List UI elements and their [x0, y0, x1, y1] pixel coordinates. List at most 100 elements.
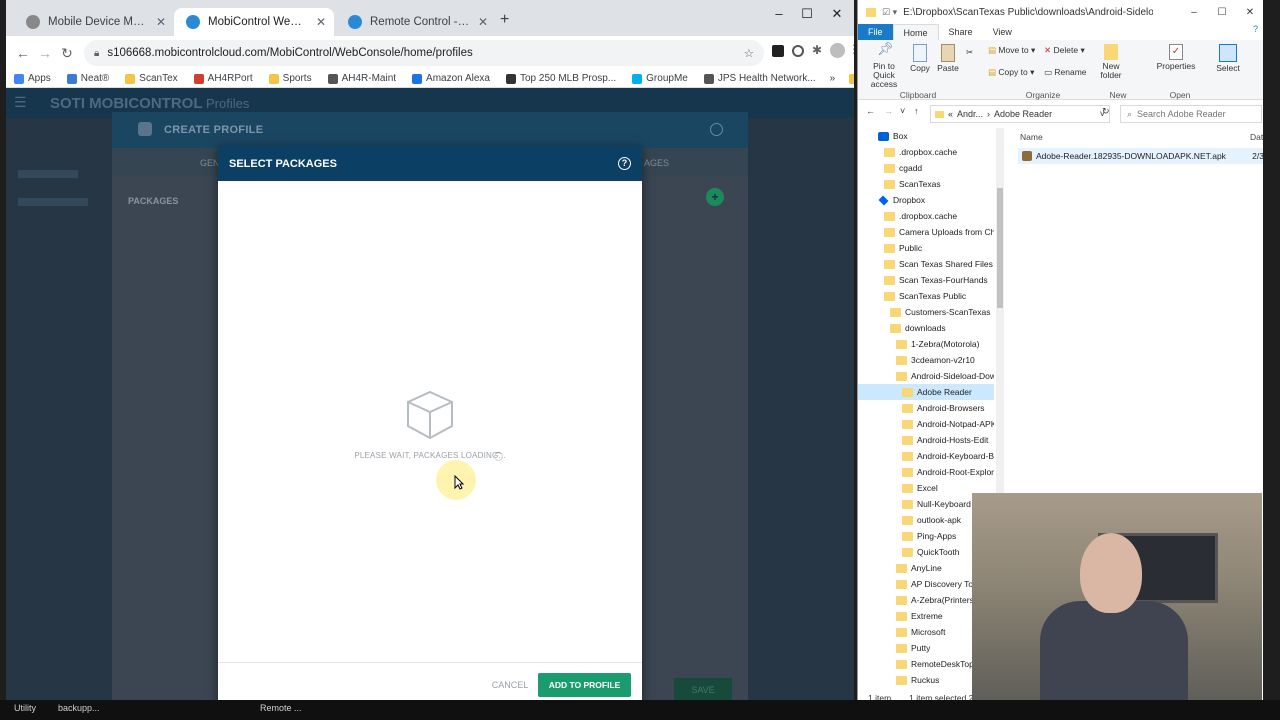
add-package-button[interactable]: + — [706, 188, 724, 206]
bookmark-item[interactable]: GroupMe — [624, 73, 696, 84]
tree-item[interactable]: Adobe Reader — [858, 384, 994, 400]
bookmark-item[interactable]: Amazon Alexa — [404, 73, 498, 84]
delete-button[interactable]: ✕ Delete ▾ — [1044, 46, 1090, 55]
close-tab-icon[interactable]: ✕ — [316, 15, 326, 29]
extension-circle-icon[interactable] — [792, 45, 804, 57]
tree-item[interactable]: 1-Zebra(Motorola) — [858, 336, 994, 352]
search-box[interactable]: ⌕ Search Adobe Reader — [1120, 105, 1262, 123]
copy-to-button[interactable]: ▤ Copy to ▾ — [988, 68, 1038, 77]
column-header-date[interactable]: Dat — [1250, 132, 1263, 142]
cut-icon[interactable]: ✂ — [966, 48, 973, 57]
tree-item[interactable]: cgadd — [858, 160, 994, 176]
hamburger-icon[interactable]: ☰ — [14, 94, 27, 111]
bookmark-item[interactable]: ScanTex — [117, 73, 185, 84]
properties-button[interactable]: ✓ Properties — [1156, 44, 1196, 71]
avatar[interactable] — [830, 43, 845, 58]
help-icon[interactable]: ? — [1253, 24, 1258, 40]
close-window-icon[interactable]: ✕ — [822, 4, 852, 24]
taskbar-item[interactable]: Remote ... — [260, 703, 302, 713]
bookmark-item[interactable]: AH4R-Maint — [320, 73, 404, 84]
new-folder-button[interactable]: New folder — [1098, 44, 1124, 80]
back-arrow-icon[interactable]: ← — [14, 44, 32, 62]
tree-item[interactable]: Dropbox — [858, 192, 994, 208]
refresh-icon[interactable]: ↻ — [1102, 106, 1110, 117]
forward-arrow-icon[interactable]: → — [884, 106, 893, 116]
bookmark-item[interactable]: Sports — [261, 73, 320, 84]
maximize-icon[interactable]: ☐ — [792, 4, 822, 24]
taskbar-item[interactable]: Utility — [14, 703, 36, 713]
bookmark-item[interactable]: Top 250 MLB Prosp... — [498, 73, 624, 84]
tree-item[interactable]: Android-Hosts-Edit — [858, 432, 994, 448]
breadcrumb-item[interactable]: Andr... — [957, 109, 983, 119]
file-row[interactable]: Adobe-Reader.182935-DOWNLOADAPK.NET.apk … — [1018, 148, 1263, 164]
bookmarks-overflow-icon[interactable]: » — [824, 73, 842, 84]
tree-item[interactable]: 3cdeamon-v2r10 — [858, 352, 994, 368]
menu-kebab-icon[interactable]: ⋮ — [848, 42, 854, 56]
tree-item[interactable]: Android-Root-Explorer — [858, 464, 994, 480]
chevron-down-icon[interactable]: ˅ — [900, 106, 905, 116]
tree-item[interactable]: Scan Texas Shared Files — [858, 256, 994, 272]
tree-item[interactable]: Android-Notpad-APK — [858, 416, 994, 432]
tree-item[interactable]: Scan Texas-FourHands — [858, 272, 994, 288]
breadcrumb-overflow[interactable]: « — [948, 109, 953, 119]
bookmark-item[interactable]: Neat® — [59, 73, 118, 84]
tree-item[interactable]: ScanTexas — [858, 176, 994, 192]
close-tab-icon[interactable]: ✕ — [478, 15, 488, 29]
up-arrow-icon[interactable]: ↑ — [914, 106, 919, 116]
nav-scrollbar-thumb[interactable] — [997, 188, 1003, 308]
tree-item[interactable]: Customers-ScanTexas — [858, 304, 994, 320]
new-tab-button[interactable]: + — [500, 11, 509, 29]
tree-item[interactable]: Android-Browsers — [858, 400, 994, 416]
tab-mobile-device-management[interactable]: Mobile Device Management - Sc ✕ — [14, 8, 174, 36]
other-bookmarks[interactable]: Other bookmarks — [841, 73, 854, 84]
select-button[interactable]: Select — [1212, 44, 1244, 73]
paste-button[interactable]: Paste — [936, 44, 960, 73]
ribbon-tab-file[interactable]: File — [858, 24, 893, 40]
tab-mobicontrol-webconsole[interactable]: MobiControl WebConsole ✕ — [174, 8, 334, 36]
tree-item[interactable]: Android-Sideload-Down — [858, 368, 994, 384]
address-bar[interactable]: 🔒︎ s106668.mobicontrolcloud.com/MobiCont… — [84, 40, 764, 66]
breadcrumb[interactable]: « Andr... › Adobe Reader ˅ — [930, 105, 1110, 123]
tree-item[interactable]: Android-Keyboard-Bui — [858, 448, 994, 464]
tree-item[interactable]: Camera Uploads from Chri — [858, 224, 994, 240]
move-to-button[interactable]: ▤ Move to ▾ — [988, 46, 1038, 55]
breadcrumb-item-current[interactable]: Adobe Reader — [994, 109, 1052, 119]
ribbon-tab-view[interactable]: View — [983, 24, 1022, 40]
puzzle-icon[interactable]: ✱ — [812, 43, 822, 57]
help-icon[interactable] — [710, 123, 723, 136]
tree-item[interactable]: downloads — [858, 320, 994, 336]
add-to-profile-button[interactable]: ADD TO PROFILE — [538, 673, 631, 697]
copy-button[interactable]: Copy — [908, 44, 932, 73]
tab-packages[interactable]: AGES — [644, 158, 669, 168]
tree-item[interactable]: Public — [858, 240, 994, 256]
bookmark-item[interactable]: JPS Health Network... — [696, 73, 824, 84]
pin-to-quick-access-button[interactable]: 📌︎ Pin to Quick access — [862, 42, 906, 89]
rename-button[interactable]: ▭ Rename — [1044, 68, 1090, 77]
column-header-name[interactable]: Name — [1020, 132, 1043, 142]
extension-icon[interactable] — [772, 45, 784, 57]
tree-item[interactable]: Box — [858, 128, 994, 144]
reload-icon[interactable]: ↻ — [58, 44, 76, 62]
minimize-icon[interactable]: – — [1180, 7, 1208, 18]
ribbon-tab-share[interactable]: Share — [939, 24, 983, 40]
tab-general[interactable]: GEN — [200, 158, 220, 168]
close-window-icon[interactable]: ✕ — [1236, 7, 1263, 18]
bookmark-item[interactable]: Apps — [6, 73, 59, 84]
ribbon-tab-home[interactable]: Home — [892, 24, 939, 40]
taskbar-item[interactable]: backupp... — [58, 703, 100, 713]
minimize-icon[interactable]: – — [764, 4, 794, 24]
maximize-icon[interactable]: ☐ — [1208, 7, 1236, 18]
help-icon[interactable]: ? — [618, 157, 631, 170]
bookmark-item[interactable]: AH4RPort — [186, 73, 261, 84]
back-arrow-icon[interactable]: ← — [866, 106, 875, 116]
close-tab-icon[interactable]: ✕ — [156, 15, 166, 29]
save-button[interactable]: SAVE — [674, 678, 732, 702]
tab-remote-control[interactable]: Remote Control - ST-TC8300-00( ✕ — [336, 8, 496, 36]
cancel-button[interactable]: CANCEL — [480, 673, 540, 697]
forward-arrow-icon[interactable]: → — [36, 44, 54, 62]
quick-access-toolbar-icon[interactable]: ☑ ▾ — [882, 7, 897, 18]
tree-item[interactable]: .dropbox.cache — [858, 208, 994, 224]
tree-item[interactable]: .dropbox.cache — [858, 144, 994, 160]
star-icon[interactable]: ☆ — [744, 46, 754, 60]
tree-item[interactable]: ScanTexas Public — [858, 288, 994, 304]
